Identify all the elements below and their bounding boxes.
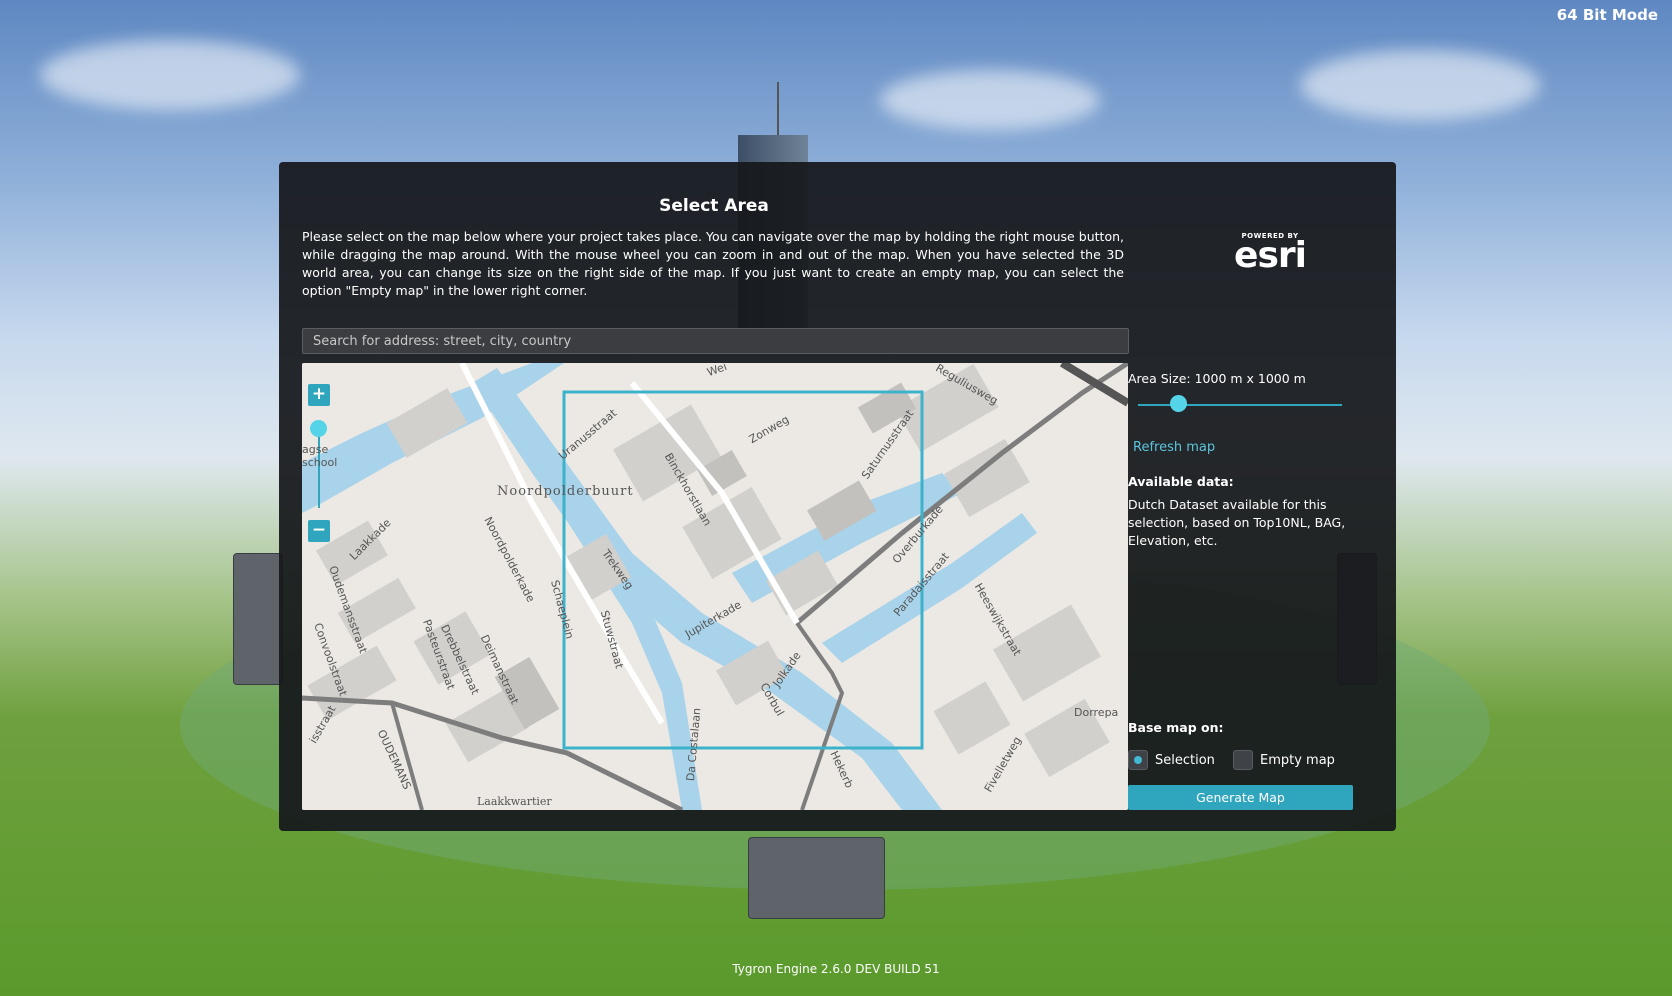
area-size-label: Area Size: 1000 m x 1000 m: [1128, 371, 1306, 386]
radio-selection-label: Selection: [1155, 752, 1215, 768]
map-view[interactable]: + − agse school Noordpolderbuurt Laakkad…: [302, 363, 1128, 810]
map-label: Dorrepa: [1074, 706, 1119, 719]
zoom-slider-handle[interactable]: [310, 420, 327, 437]
available-data-text: Dutch Dataset available for this selecti…: [1128, 497, 1346, 548]
display-pillar: [748, 837, 885, 919]
map-canvas[interactable]: [302, 363, 1128, 810]
mode-label: 64 Bit Mode: [1556, 6, 1658, 24]
available-data-heading: Available data:: [1128, 474, 1234, 489]
area-size-slider-handle[interactable]: [1170, 395, 1188, 412]
tygron-pillar: [233, 553, 283, 685]
dialog-title: Select Area: [659, 196, 769, 216]
zoom-out-button[interactable]: −: [308, 520, 330, 542]
refresh-map-link[interactable]: Refresh map: [1133, 440, 1215, 455]
dialog-description: Please select on the map below where you…: [302, 229, 1124, 298]
radio-empty-map[interactable]: Empty map: [1233, 750, 1335, 770]
map-label: Noordpolderbuurt: [497, 484, 634, 499]
zoom-in-button[interactable]: +: [308, 384, 330, 406]
radio-empty-map-box[interactable]: [1233, 750, 1253, 770]
radio-selection[interactable]: Selection: [1128, 750, 1215, 770]
cloud: [1300, 50, 1540, 120]
map-label: agse school: [302, 443, 338, 469]
radio-empty-map-label: Empty map: [1260, 752, 1335, 768]
build-version-label: Tygron Engine 2.6.0 DEV BUILD 51: [732, 962, 940, 976]
cloud: [880, 70, 1100, 130]
area-settings-panel: Area Size: 1000 m x 1000 m Refresh map A…: [1128, 162, 1396, 831]
base-map-heading: Base map on:: [1128, 720, 1224, 735]
generate-map-button[interactable]: Generate Map: [1128, 785, 1353, 810]
map-label: Laakkwartier: [477, 795, 552, 808]
radio-selection-box[interactable]: [1128, 750, 1148, 770]
select-area-dialog: Select Area Please select on the map bel…: [279, 162, 1396, 831]
area-size-slider-track[interactable]: [1138, 404, 1342, 406]
radio-selected-dot: [1134, 756, 1142, 764]
cloud: [40, 40, 300, 110]
address-search-input[interactable]: [302, 328, 1129, 354]
tower-spire: [777, 82, 779, 142]
